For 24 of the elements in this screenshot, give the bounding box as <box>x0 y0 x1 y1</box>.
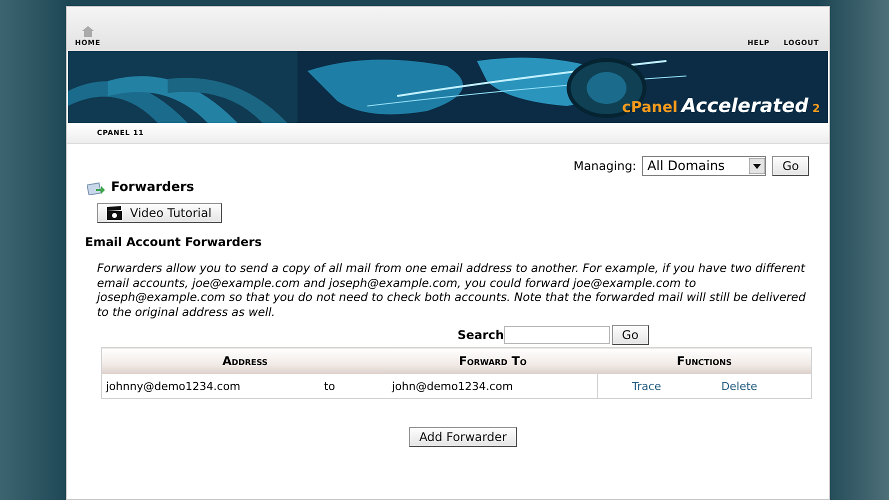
search-go-button[interactable]: Go <box>612 325 649 345</box>
add-forwarder-button[interactable]: Add Forwarder <box>409 427 517 447</box>
go-button[interactable]: Go <box>772 156 809 176</box>
description: Forwarders allow you to send a copy of all mail from one email address to another. For example, if you have two different email accounts, joe@example.com and joseph@example.com, you could forward joe@example.com to joseph@example.com so that you do not need to check both accounts. Note that the forwarded mail will still be delivered to the original address as well. <box>97 261 807 319</box>
action-link[interactable]: Trace <box>632 380 662 392</box>
search-field[interactable] <box>504 326 610 344</box>
column-header: Forward To <box>388 348 598 374</box>
column-header: Address <box>102 348 388 374</box>
section-title: Email Account Forwarders <box>85 235 263 249</box>
table-cell: to <box>320 374 388 398</box>
logo: cPanel Accelerated 2 <box>622 95 820 117</box>
managing-label: Managing: <box>573 159 636 173</box>
clapperboard-icon <box>107 206 122 220</box>
table-cell: johnny@demo1234.com <box>102 374 320 398</box>
envelope-arrow-icon <box>87 180 105 194</box>
video-tutorial-button[interactable]: Video Tutorial <box>97 203 222 223</box>
table-cell: john@demo1234.com <box>388 374 598 398</box>
house-icon <box>82 26 94 37</box>
column-header: Functions <box>598 348 812 374</box>
page-title: Forwarders <box>111 180 194 195</box>
dropdown-arrow-icon <box>749 158 766 174</box>
action-link[interactable]: Delete <box>721 380 758 392</box>
domain-select[interactable]: All Domains <box>642 156 766 176</box>
search-label: Search <box>457 328 504 342</box>
